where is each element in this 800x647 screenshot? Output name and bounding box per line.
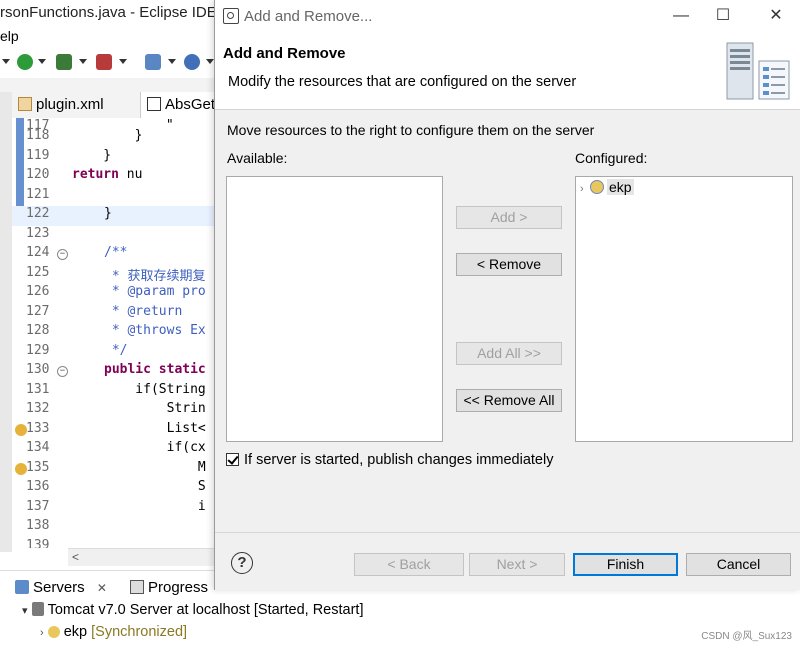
dialog-header: Add and Remove Modify the resources that… [215,33,800,110]
ide-window-title: rsonFunctions.java - Eclipse IDE [0,4,217,21]
servers-icon [15,580,29,594]
code-line: 119 } [26,147,112,163]
fold-icon[interactable]: − [57,249,68,260]
code-line: 127 * @return [26,303,183,319]
dialog-title-bar[interactable]: Add and Remove... — ☐ ✕ [215,0,800,33]
ide-menu-bar: elp [0,26,215,48]
code-line: 135 M [12,460,215,480]
code-line: 134 if(cx [26,440,206,455]
code-line: 130− public static [26,362,206,377]
ide-toolbar [0,48,215,79]
web-module-icon [47,626,60,638]
java-class-icon [147,97,161,111]
remove-button[interactable]: < Remove [456,253,562,276]
code-line: 126 * @param pro [26,284,206,299]
editor-horizontal-scrollbar[interactable]: < [68,548,215,566]
credit-watermark: CSDN @风_Sux123 [701,631,792,642]
dropdown-arrow-icon[interactable] [38,59,46,64]
sync-status: [Synchronized] [91,624,188,640]
expand-icon[interactable]: › [580,183,590,195]
expand-icon[interactable]: › [40,627,44,639]
editor-tabs: plugin.xml AbsGet [12,92,228,118]
code-line: 131 if(String [26,381,206,397]
new-wizard-icon[interactable] [145,54,161,70]
code-line: 136 S [26,479,206,494]
close-icon[interactable]: ✕ [766,6,786,26]
instructions: Move resources to the right to configure… [227,122,595,138]
code-line: 120 return nu [26,167,143,182]
code-line: 125 * 获取存续期复 [26,264,206,284]
available-label: Available: [227,150,288,166]
collapse-icon[interactable]: ▾ [22,605,28,617]
tab-plugin-xml[interactable]: plugin.xml [18,92,104,118]
publish-immediately-option[interactable]: If server is started, publish changes im… [226,452,553,470]
code-line: 129 */ [26,342,128,358]
code-line: 139 [26,537,50,549]
code-line: 132 Strin [26,401,206,416]
configured-item-ekp[interactable]: › ekp [580,179,634,197]
available-list[interactable] [226,176,443,442]
dropdown-arrow-icon[interactable] [206,59,214,64]
tomcat-server-icon [31,602,44,616]
code-line-current: 122} [12,206,215,226]
fold-icon[interactable]: − [57,366,68,377]
add-remove-dialog: Add and Remove... — ☐ ✕ Add and Remove M… [214,0,800,590]
tab-progress[interactable]: Progress [130,579,208,596]
tab-servers[interactable]: Servers ✕ [15,579,107,596]
dialog-window-title: Add and Remove... [244,8,373,25]
run-icon[interactable] [17,54,33,70]
eclipse-app-icon [223,8,239,24]
code-editor[interactable]: 117 " 118 } 119 } 120 return nu 121 122} … [12,118,215,548]
code-line: 121 [26,186,50,202]
web-module-icon [590,180,604,194]
remove-all-button[interactable]: << Remove All [456,389,562,412]
dropdown-arrow-icon[interactable] [2,59,10,64]
header-description: Modify the resources that are configured… [228,74,577,90]
dropdown-arrow-icon[interactable] [119,59,127,64]
code-line: 128 * @throws Ex [26,323,206,338]
left-trim [0,92,12,552]
dropdown-arrow-icon[interactable] [79,59,87,64]
configured-list[interactable]: › ekp [575,176,793,442]
server-row[interactable]: ▾ Tomcat v7.0 Server at localhost [Start… [22,602,363,618]
maximize-icon[interactable]: ☐ [713,6,733,26]
scroll-left-arrow-icon[interactable]: < [72,550,79,564]
code-line: 133 List< [12,421,215,441]
code-line: 124−/** [26,245,128,260]
configured-label: Configured: [575,150,648,166]
menu-help[interactable]: elp [0,28,19,44]
dropdown-arrow-icon[interactable] [168,59,176,64]
minimize-icon[interactable]: — [671,6,691,26]
code-line: 118 } [26,128,143,143]
publish-checkbox[interactable] [226,453,239,466]
code-line: 138 [26,518,50,533]
header-title: Add and Remove [223,45,346,62]
open-type-icon[interactable] [184,54,200,70]
close-icon[interactable]: ✕ [97,581,107,595]
add-all-button[interactable]: Add All >> [456,342,562,365]
cancel-button[interactable]: Cancel [686,553,791,576]
progress-icon [130,580,144,594]
finish-button[interactable]: Finish [573,553,678,576]
module-row[interactable]: › ekp [Synchronized] [40,624,187,640]
next-button[interactable]: Next > [469,553,565,576]
plugin-xml-icon [18,97,32,111]
back-button[interactable]: < Back [354,553,464,576]
stop-server-icon[interactable] [96,54,112,70]
ide-title-bar: rsonFunctions.java - Eclipse IDE [0,0,217,26]
help-icon[interactable]: ? [231,552,253,574]
code-line: 123 [26,225,50,241]
debug-server-icon[interactable] [56,54,72,70]
code-line: 137 i [26,498,206,514]
add-button[interactable]: Add > [456,206,562,229]
server-banner-icon [726,42,790,100]
